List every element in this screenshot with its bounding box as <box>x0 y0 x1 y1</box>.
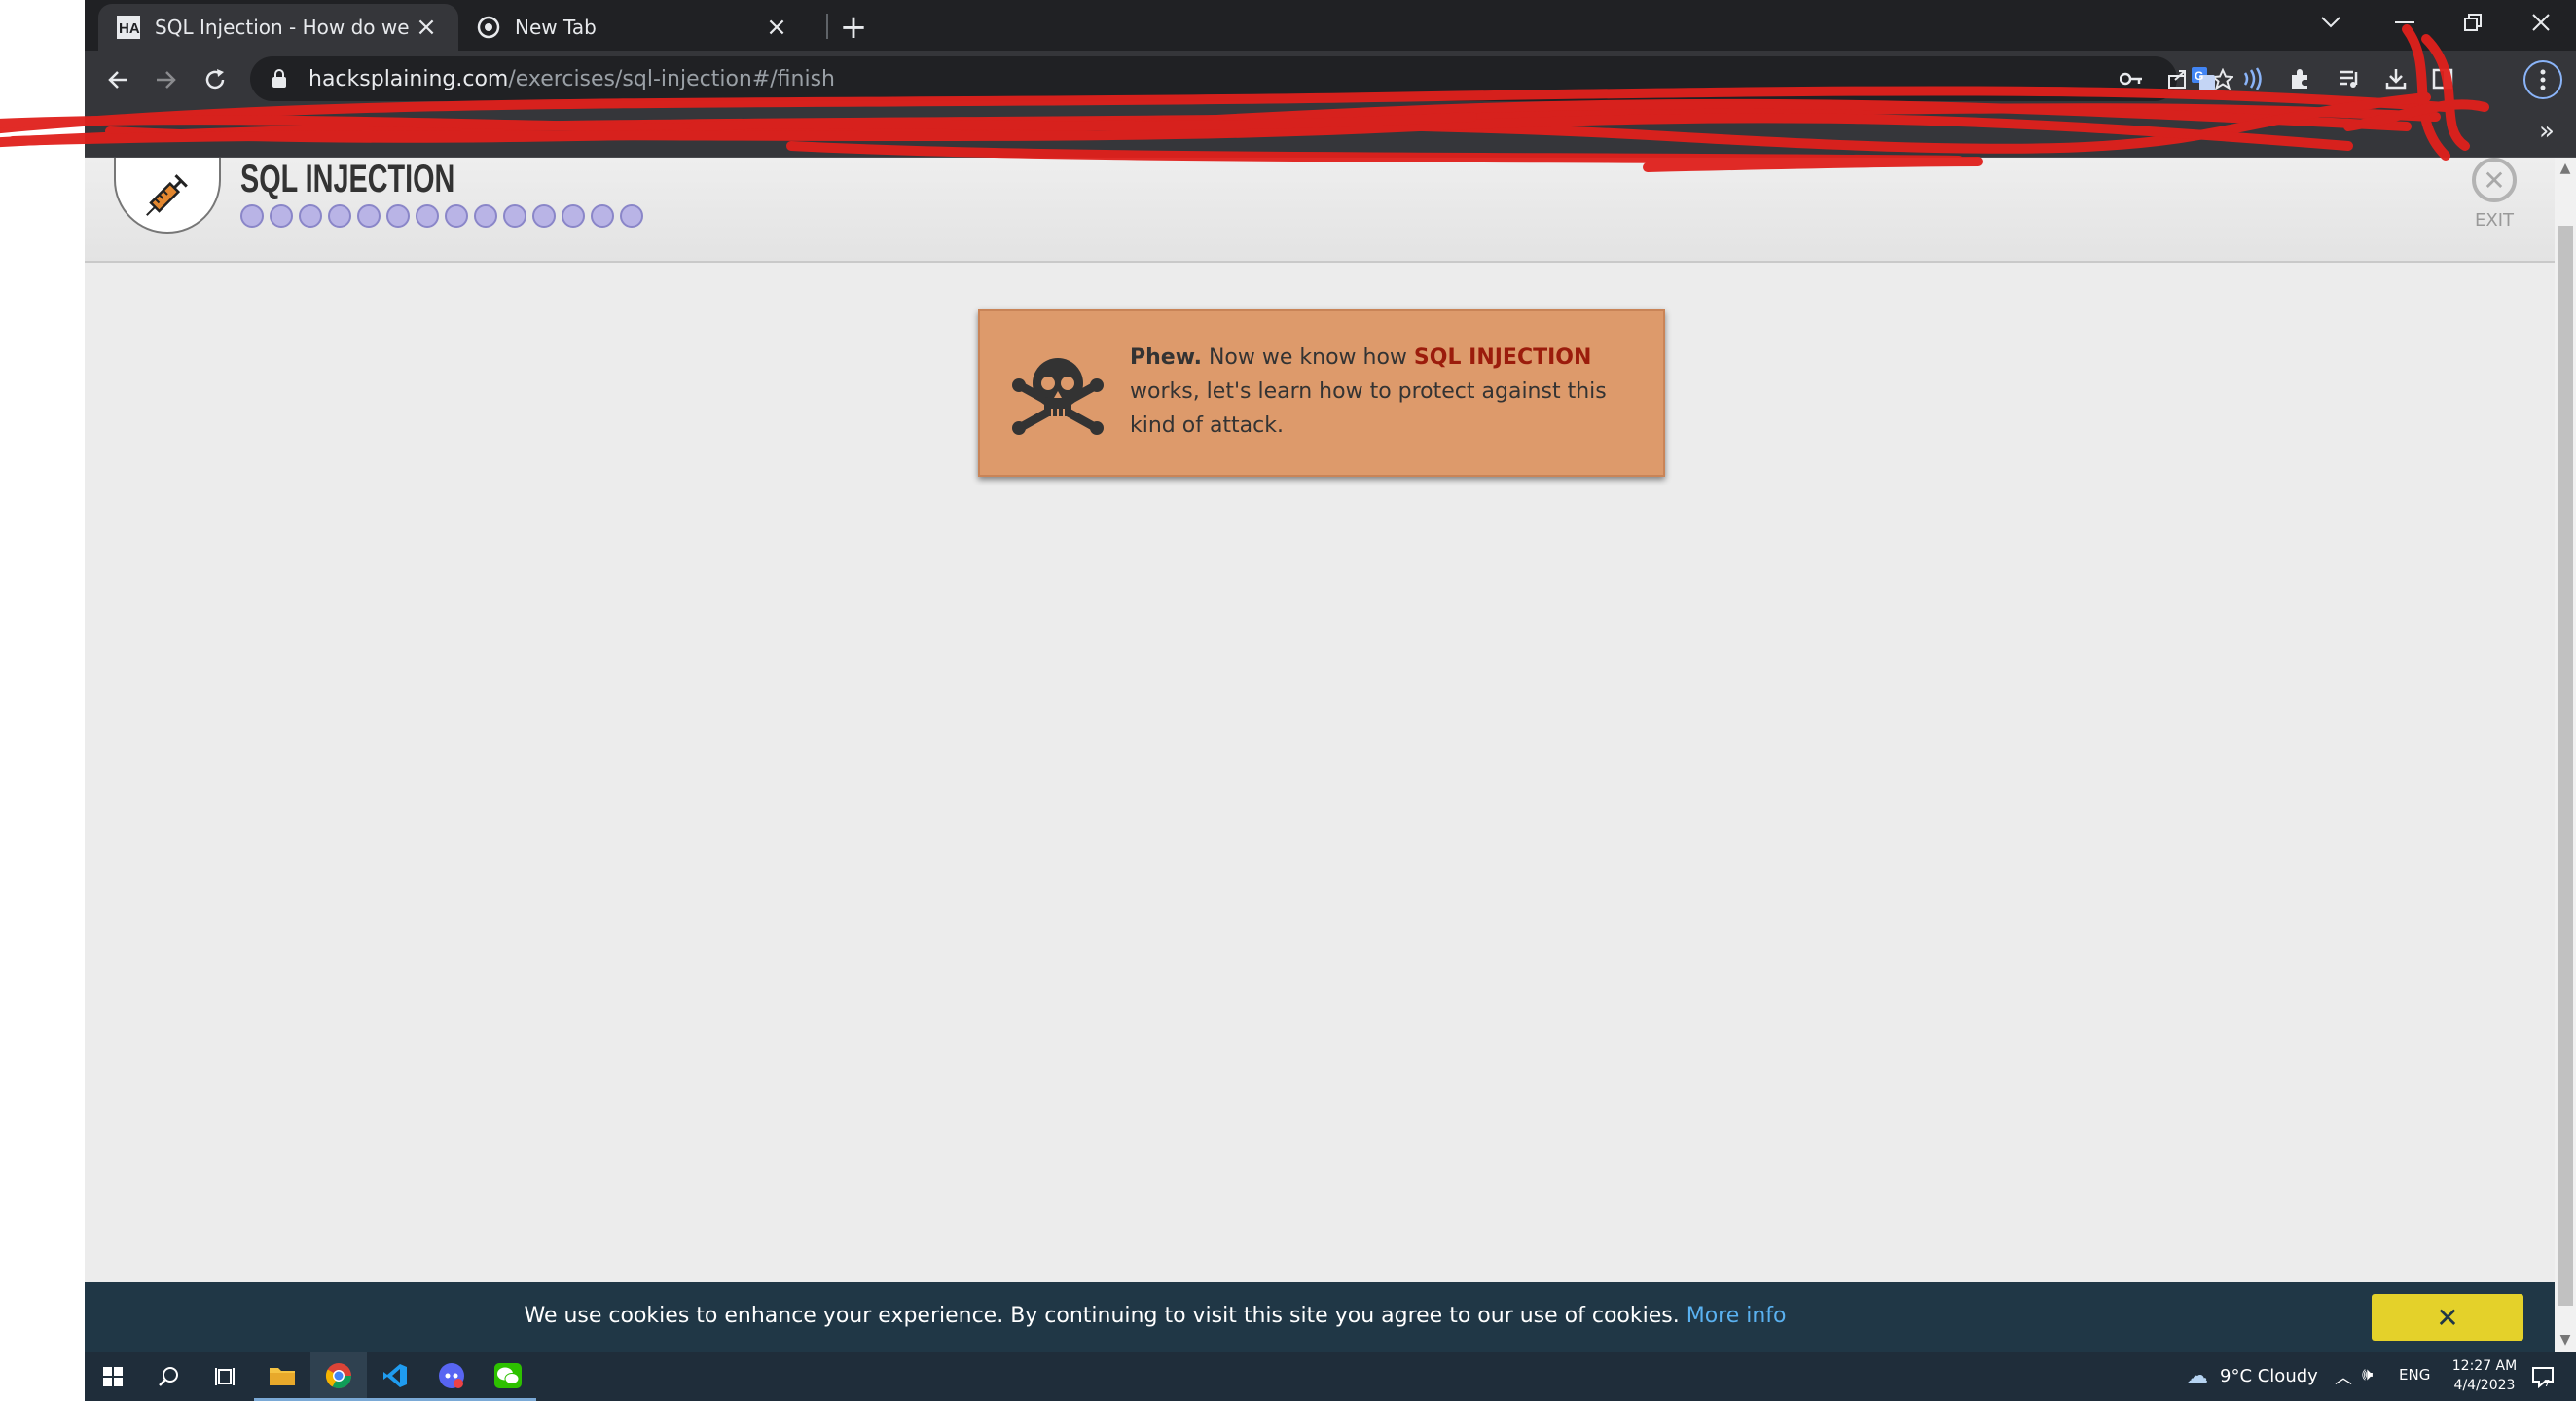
url-path: /exercises/sql-injection#/finish <box>508 66 836 91</box>
taskbar-search-icon[interactable] <box>141 1352 198 1401</box>
progress-dot <box>386 204 410 228</box>
progress-dot <box>474 204 497 228</box>
progress-dot <box>270 204 293 228</box>
lock-icon[interactable] <box>268 67 291 90</box>
bookmarks-bar: » <box>85 107 2576 158</box>
tab-sql-injection[interactable]: HA SQL Injection - How do we preve × <box>98 4 458 51</box>
scroll-up-arrow-icon[interactable]: ▲ <box>2555 158 2576 179</box>
more-info-link[interactable]: More info <box>1687 1304 1787 1328</box>
chrome-taskbar-icon[interactable] <box>310 1352 367 1401</box>
svg-text:HA: HA <box>119 20 140 37</box>
tab-separator <box>826 14 828 39</box>
url-host: hacksplaining.com <box>308 66 509 91</box>
volume-icon[interactable]: 🕪 <box>2362 1364 2373 1384</box>
key-icon[interactable] <box>2117 64 2146 93</box>
tray-chevron-up-icon[interactable]: ︿ <box>2335 1364 2352 1389</box>
svg-text:G: G <box>2195 69 2203 83</box>
lesson-title: SQL INJECTION <box>240 158 455 200</box>
windows-start-icon[interactable] <box>85 1352 141 1401</box>
progress-dot <box>620 204 643 228</box>
progress-dot <box>240 204 264 228</box>
notification-count: 7 <box>2544 1379 2550 1388</box>
reload-icon[interactable] <box>196 60 235 99</box>
progress-dot <box>357 204 381 228</box>
tab-new-tab[interactable]: New Tab × <box>458 4 809 51</box>
language-indicator[interactable]: ENG <box>2399 1366 2430 1383</box>
progress-dot <box>503 204 526 228</box>
message-part2: works, let's learn how to protect agains… <box>1130 379 1607 438</box>
clock-time: 12:27 AM <box>2451 1358 2518 1374</box>
address-bar[interactable]: hacksplaining.com/exercises/sql-injectio… <box>250 56 2233 101</box>
message-lead: Phew. <box>1130 345 1202 370</box>
windows-taskbar: ☁ 9°C Cloudy ︿ 🕪 ENG 12:27 AM 4/4/2023 7 <box>85 1352 2576 1401</box>
weather-widget[interactable]: ☁ 9°C Cloudy <box>2187 1364 2318 1388</box>
tab-title: New Tab <box>515 16 597 39</box>
scroll-thumb[interactable] <box>2558 226 2573 1306</box>
page-scrollbar[interactable]: ▲ ▼ <box>2555 158 2576 1354</box>
progress-dot <box>416 204 439 228</box>
tab-bar: HA SQL Injection - How do we preve × New… <box>85 0 2576 51</box>
cloud-icon: ☁ <box>2187 1364 2208 1388</box>
wechat-icon[interactable] <box>480 1352 536 1401</box>
restore-icon[interactable] <box>2446 0 2500 45</box>
screenshot: HA SQL Injection - How do we preve × New… <box>0 0 2576 1401</box>
vscode-icon[interactable] <box>367 1352 423 1401</box>
exit-label: EXIT <box>2474 210 2514 231</box>
skull-crossbones-icon <box>1012 358 1104 435</box>
message-text: Phew. Now we know how SQL INJECTION work… <box>1130 341 1636 443</box>
finish-message: Phew. Now we know how SQL INJECTION work… <box>978 309 1665 477</box>
weather-text: 9°C Cloudy <box>2220 1366 2318 1386</box>
forward-arrow-icon[interactable] <box>147 60 186 99</box>
new-tab-button[interactable]: + <box>834 8 873 47</box>
attack-name: SQL INJECTION <box>1413 345 1592 370</box>
clock-date: 4/4/2023 <box>2453 1378 2516 1393</box>
minimize-icon[interactable] <box>2377 0 2432 45</box>
bookmarks-overflow-button[interactable]: » <box>2539 117 2555 146</box>
tab-close-icon[interactable]: × <box>762 13 791 42</box>
progress-dot <box>562 204 585 228</box>
cookie-text-container: We use cookies to enhance your experienc… <box>85 1304 2031 1328</box>
download-icon[interactable] <box>2379 62 2413 95</box>
cookie-close-button[interactable]: ✕ <box>2372 1294 2523 1341</box>
scroll-down-arrow-icon[interactable]: ▼ <box>2555 1329 2576 1350</box>
media-playlist-icon[interactable] <box>2333 62 2366 95</box>
notification-center-icon[interactable]: 7 <box>2527 1362 2558 1391</box>
browser-toolbar: hacksplaining.com/exercises/sql-injectio… <box>85 51 2576 107</box>
url-text: hacksplaining.com/exercises/sql-injectio… <box>308 67 835 91</box>
cookie-message: We use cookies to enhance your experienc… <box>524 1304 1680 1328</box>
file-explorer-icon[interactable] <box>254 1352 310 1401</box>
progress-dots <box>240 204 643 228</box>
translate-extension-icon[interactable]: G <box>2187 62 2220 95</box>
exit-button[interactable]: ✕ EXIT <box>2455 158 2533 235</box>
read-aloud-extension-icon[interactable] <box>2235 62 2268 95</box>
task-view-icon[interactable] <box>198 1352 254 1401</box>
syringe-icon <box>114 158 221 234</box>
back-arrow-icon[interactable] <box>98 60 137 99</box>
tab-title: SQL Injection - How do we preve <box>155 16 412 39</box>
side-panel-icon[interactable] <box>2426 62 2459 95</box>
message-part1: Now we know how <box>1201 345 1414 370</box>
progress-dot <box>532 204 556 228</box>
chrome-favicon-icon <box>476 15 501 40</box>
close-circle-icon[interactable]: ✕ <box>2472 158 2517 202</box>
lesson-header: SQL INJECTION ✕ EXIT <box>85 158 2555 263</box>
tab-close-icon[interactable]: × <box>412 13 441 42</box>
progress-dot <box>299 204 322 228</box>
discord-icon[interactable] <box>423 1352 480 1401</box>
extensions-puzzle-icon[interactable] <box>2284 62 2317 95</box>
browser-window: HA SQL Injection - How do we preve × New… <box>85 0 2576 1401</box>
window-close-icon[interactable] <box>2514 0 2568 45</box>
progress-dot <box>328 204 351 228</box>
chrome-menu-kebab-icon[interactable] <box>2523 60 2562 99</box>
hacksplaining-favicon-icon: HA <box>116 15 141 40</box>
tab-search-chevron-icon[interactable] <box>2304 0 2358 45</box>
progress-dot <box>591 204 614 228</box>
progress-dot <box>445 204 468 228</box>
clock[interactable]: 12:27 AM 4/4/2023 <box>2448 1356 2522 1395</box>
cookie-consent-bar: We use cookies to enhance your experienc… <box>85 1282 2555 1352</box>
